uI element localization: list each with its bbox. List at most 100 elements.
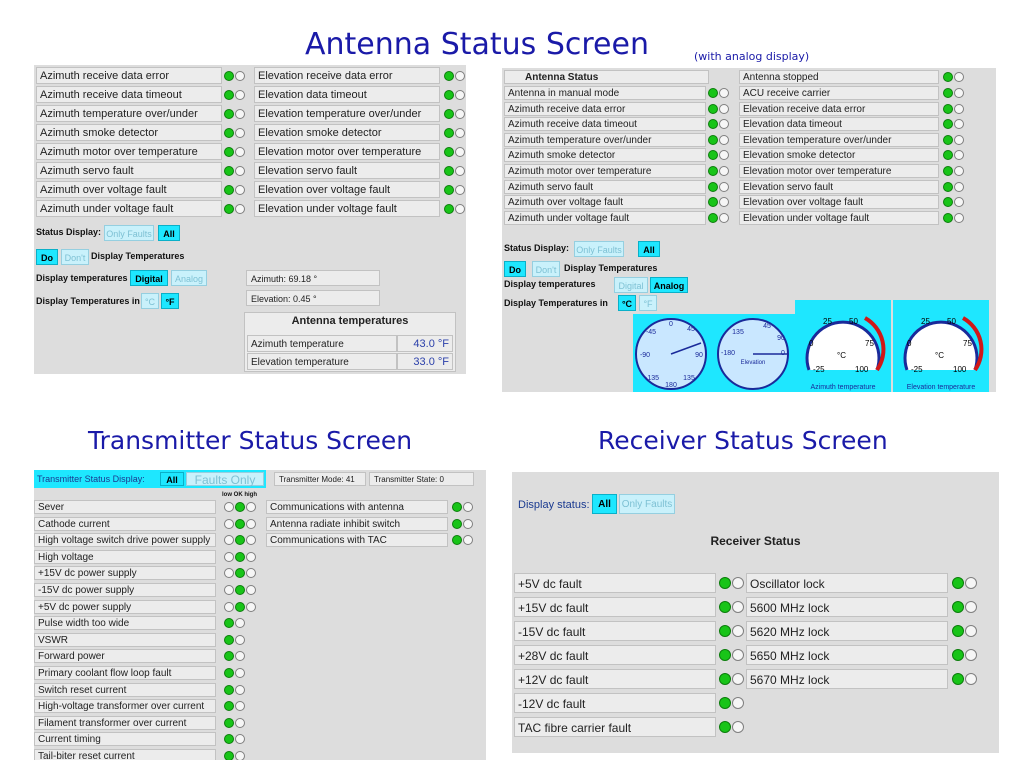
all-button[interactable]: All bbox=[638, 241, 660, 257]
elevation-status-row: Elevation data timeout bbox=[739, 117, 939, 132]
off-led-icon bbox=[455, 71, 465, 81]
green-led-icon bbox=[235, 585, 245, 595]
transmitter-status-row: High voltage switch drive power supply bbox=[34, 533, 216, 548]
elevation-status-row: Elevation motor over temperature bbox=[739, 164, 939, 178]
transmitter-status-row: Antenna radiate inhibit switch bbox=[266, 516, 448, 531]
status-indicator bbox=[719, 696, 744, 710]
off-led-icon bbox=[235, 668, 245, 678]
elevation-readout: Elevation: 0.45 ° bbox=[246, 290, 380, 306]
status-indicator bbox=[943, 164, 964, 178]
green-led-icon bbox=[235, 601, 245, 612]
green-led-icon bbox=[452, 535, 462, 546]
celsius-button[interactable]: °C bbox=[618, 295, 636, 311]
analog-button[interactable]: Analog bbox=[650, 277, 688, 293]
off-led-icon bbox=[224, 585, 234, 595]
off-led-icon bbox=[954, 150, 964, 161]
digital-button[interactable]: Digital bbox=[130, 270, 168, 286]
off-led-icon bbox=[235, 634, 245, 645]
dont-display-temps-button[interactable]: Don't bbox=[532, 261, 560, 277]
off-led-icon bbox=[235, 185, 245, 195]
status-indicator bbox=[943, 148, 964, 162]
antenna-status-panel-digital: Status Display: Only Faults All Do Don't… bbox=[34, 65, 466, 374]
rx-all-button[interactable]: All bbox=[592, 494, 617, 514]
status-indicator bbox=[708, 164, 729, 178]
off-led-icon bbox=[954, 72, 964, 82]
off-led-icon bbox=[455, 204, 465, 214]
fahrenheit-button[interactable]: °F bbox=[639, 295, 657, 311]
azimuth-status-row: Azimuth receive data timeout bbox=[36, 86, 222, 103]
antenna-status-panel-analog: Antenna Status Antenna stopped Status Di… bbox=[502, 68, 996, 392]
receiver-status-row: Oscillator lock bbox=[746, 573, 948, 593]
fahrenheit-button[interactable]: °F bbox=[161, 293, 179, 309]
analog-button[interactable]: Analog bbox=[171, 270, 207, 286]
az-gauge-unit: °C bbox=[837, 351, 846, 360]
tx-faults-only-button[interactable]: Faults Only bbox=[186, 472, 264, 487]
az-gauge-tick-50: 50 bbox=[849, 317, 858, 326]
off-led-icon bbox=[719, 181, 729, 192]
do-display-temps-button[interactable]: Do bbox=[504, 261, 526, 277]
el-gauge-tick-minus25: -25 bbox=[911, 365, 923, 374]
status-indicator bbox=[444, 202, 465, 216]
transmitter-status-row: Filament transformer over current bbox=[34, 715, 216, 730]
el-compass-tick-0: 0 bbox=[781, 350, 785, 357]
el-compass-tick-180: -180 bbox=[721, 350, 735, 357]
el-gauge-tick-75: 75 bbox=[963, 339, 972, 348]
off-led-icon bbox=[455, 147, 465, 157]
green-led-icon bbox=[224, 71, 234, 81]
off-led-icon bbox=[732, 673, 744, 685]
green-led-icon bbox=[224, 109, 234, 119]
antenna-screen-subtitle: (with analog display) bbox=[694, 50, 810, 63]
off-led-icon bbox=[954, 88, 964, 98]
dont-display-temps-button[interactable]: Don't bbox=[61, 249, 89, 265]
off-led-icon bbox=[719, 88, 729, 98]
el-gauge-tick-25: 25 bbox=[921, 317, 930, 326]
transmitter-status-row: Communications with TAC bbox=[266, 533, 448, 548]
off-led-icon bbox=[719, 103, 729, 114]
tx-all-button[interactable]: All bbox=[160, 472, 184, 486]
off-led-icon bbox=[732, 577, 744, 589]
green-led-icon bbox=[444, 185, 454, 195]
green-led-icon bbox=[943, 88, 953, 98]
azimuth-status-row: Azimuth under voltage fault bbox=[504, 210, 706, 225]
el-compass-tick-135: 135 bbox=[732, 329, 744, 336]
status-indicator bbox=[943, 70, 964, 84]
azimuth-readout: Azimuth: 69.18 ° bbox=[246, 270, 380, 286]
digital-button[interactable]: Digital bbox=[614, 277, 648, 293]
only-faults-button[interactable]: Only Faults bbox=[104, 225, 154, 241]
azimuth-temperature-label: Azimuth temperature bbox=[247, 335, 397, 352]
off-led-icon bbox=[235, 128, 245, 138]
off-led-icon bbox=[235, 166, 245, 176]
azimuth-status-row: Azimuth receive data error bbox=[504, 101, 706, 116]
green-led-icon bbox=[952, 673, 964, 685]
only-faults-button[interactable]: Only Faults bbox=[574, 241, 624, 257]
status-indicator bbox=[444, 126, 465, 140]
green-led-icon bbox=[719, 601, 731, 613]
all-button[interactable]: All bbox=[158, 225, 180, 241]
status-indicator bbox=[224, 566, 256, 580]
transmitter-status-title: Transmitter Status Display: bbox=[37, 474, 145, 484]
rx-only-faults-button[interactable]: Only Faults bbox=[619, 494, 675, 514]
elevation-gauge-label: Elevation temperature bbox=[907, 384, 976, 391]
status-indicator bbox=[224, 550, 256, 564]
green-led-icon bbox=[708, 166, 718, 176]
do-display-temps-button[interactable]: Do bbox=[36, 249, 58, 265]
off-led-icon bbox=[719, 119, 729, 130]
green-led-icon bbox=[943, 181, 953, 192]
celsius-button[interactable]: °C bbox=[141, 293, 159, 309]
azimuth-status-row: Azimuth servo fault bbox=[36, 162, 222, 179]
green-led-icon bbox=[224, 734, 234, 745]
elevation-status-row: Elevation data timeout bbox=[254, 86, 440, 103]
off-led-icon bbox=[954, 134, 964, 145]
green-led-icon bbox=[943, 166, 953, 176]
green-led-icon bbox=[943, 103, 953, 114]
status-indicator bbox=[943, 102, 964, 116]
off-led-icon bbox=[719, 212, 729, 223]
transmitter-status-row: +15V dc power supply bbox=[34, 566, 216, 581]
receiver-status-row: +5V dc fault bbox=[514, 573, 716, 593]
az-gauge-tick-100: 100 bbox=[855, 365, 869, 374]
elevation-temperature-label: Elevation temperature bbox=[247, 353, 397, 370]
green-led-icon bbox=[224, 128, 234, 138]
receiver-status-row: -15V dc fault bbox=[514, 621, 716, 641]
off-led-icon bbox=[246, 551, 256, 562]
green-led-icon bbox=[719, 721, 731, 733]
